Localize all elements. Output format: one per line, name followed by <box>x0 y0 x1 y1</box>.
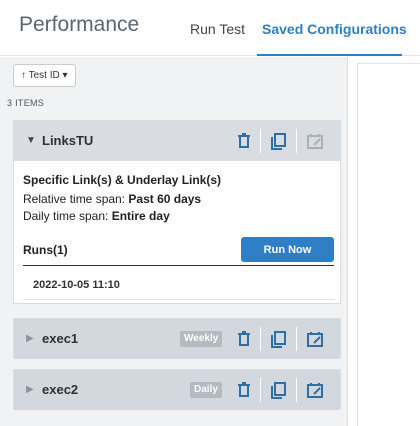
separator <box>260 327 261 351</box>
calendar-edit-icon[interactable] <box>304 130 326 152</box>
expand-caret-icon[interactable]: ▼ <box>26 135 36 146</box>
expand-caret-icon[interactable]: ▶ <box>26 384 34 395</box>
runs-label: Runs(1) <box>23 243 68 257</box>
saved-configurations-list: ↑ Test ID ▾ 3 ITEMS ▼ LinksTU Specific L… <box>0 57 348 426</box>
divider <box>23 265 334 266</box>
config-card-header[interactable]: ▶ exec1 Weekly <box>14 319 340 359</box>
separator <box>260 378 261 402</box>
schedule-badge: Weekly <box>180 331 223 347</box>
config-card-exec1: ▶ exec1 Weekly <box>13 318 341 359</box>
detail-panel <box>357 63 420 426</box>
config-name: LinksTU <box>42 133 94 148</box>
run-entry[interactable]: 2022-10-05 11:10 <box>33 279 120 291</box>
config-name: exec1 <box>42 331 79 346</box>
tab-run-test[interactable]: Run Test <box>190 21 245 37</box>
separator <box>296 327 297 351</box>
run-now-button[interactable]: Run Now <box>241 237 334 262</box>
trash-icon[interactable] <box>233 328 255 350</box>
calendar-edit-icon[interactable] <box>304 379 326 401</box>
items-count: 3 ITEMS <box>7 98 45 108</box>
expand-caret-icon[interactable]: ▶ <box>26 333 34 344</box>
config-card-header[interactable]: ▼ LinksTU <box>14 121 340 161</box>
config-card-linkstu: ▼ LinksTU Specific Link(s) & Underlay Li… <box>13 120 341 304</box>
copy-icon[interactable] <box>268 328 290 350</box>
relative-time-span: Relative time span: Past 60 days <box>23 192 202 206</box>
copy-icon[interactable] <box>268 379 290 401</box>
config-card-exec2: ▶ exec2 Daily <box>13 369 341 410</box>
sort-by-test-id-button[interactable]: ↑ Test ID ▾ <box>13 64 76 87</box>
config-name: exec2 <box>42 382 79 397</box>
schedule-badge: Daily <box>190 382 222 398</box>
page-title: Performance <box>19 13 140 36</box>
divider <box>23 299 334 300</box>
trash-icon[interactable] <box>233 379 255 401</box>
page-header: Performance Run Test Saved Configuration… <box>0 0 420 56</box>
separator <box>296 378 297 402</box>
calendar-edit-icon[interactable] <box>304 328 326 350</box>
tab-saved-configurations[interactable]: Saved Configurations <box>262 21 407 37</box>
copy-icon[interactable] <box>268 130 290 152</box>
separator <box>260 129 261 153</box>
trash-icon[interactable] <box>233 130 255 152</box>
separator <box>296 129 297 153</box>
active-tab-indicator <box>257 54 402 56</box>
config-card-header[interactable]: ▶ exec2 Daily <box>14 370 340 410</box>
daily-time-span: Daily time span: Entire day <box>23 209 170 223</box>
config-type: Specific Link(s) & Underlay Link(s) <box>23 173 222 187</box>
